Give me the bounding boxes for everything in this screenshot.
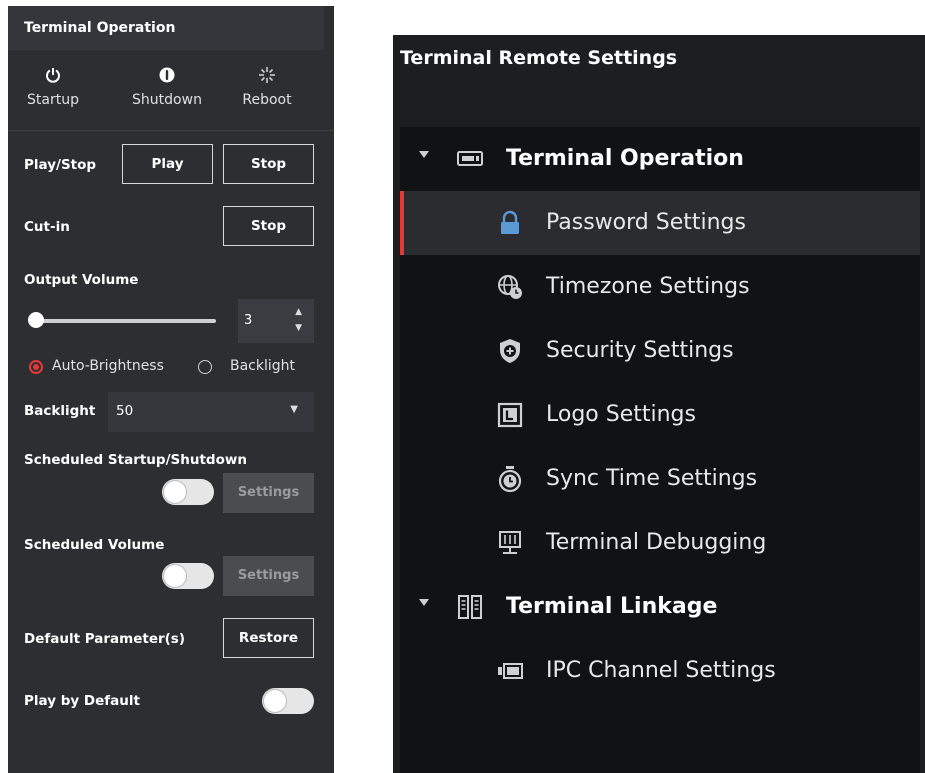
startup-button[interactable]: Startup bbox=[8, 66, 98, 108]
cut-in-stop-button[interactable]: Stop bbox=[223, 206, 314, 246]
group-terminal-operation[interactable]: Terminal Operation bbox=[400, 127, 920, 191]
tree-item-label: Terminal Debugging bbox=[546, 530, 767, 555]
play-stop-label: Play/Stop bbox=[24, 157, 97, 173]
tree-item-password-settings[interactable]: Password Settings bbox=[400, 191, 920, 255]
scheduled-volume-settings-button[interactable]: Settings bbox=[223, 556, 314, 596]
scheduled-startup-toggle[interactable] bbox=[162, 479, 214, 505]
group-terminal-linkage[interactable]: Terminal Linkage bbox=[400, 575, 920, 639]
output-volume-label: Output Volume bbox=[24, 272, 139, 288]
tree-item-label: Timezone Settings bbox=[546, 274, 750, 299]
group-label: Terminal Linkage bbox=[506, 594, 718, 619]
stepper-down-icon[interactable]: ▼ bbox=[295, 323, 302, 333]
shutdown-label: Shutdown bbox=[132, 92, 202, 108]
tree-item-timezone-settings[interactable]: Timezone Settings bbox=[400, 255, 920, 319]
scheduled-volume-toggle[interactable] bbox=[162, 563, 214, 589]
lock-icon bbox=[496, 209, 524, 237]
tree-item-label: Password Settings bbox=[546, 210, 746, 235]
scheduled-volume-label: Scheduled Volume bbox=[24, 537, 165, 553]
tree-item-terminal-debugging[interactable]: Terminal Debugging bbox=[400, 511, 920, 575]
debug-icon bbox=[496, 529, 524, 557]
settings-tree: Terminal Operation Password Settings Tim… bbox=[400, 127, 920, 773]
reboot-button[interactable]: Reboot bbox=[222, 66, 312, 108]
terminal-operation-panel: Terminal Operation Startup Shutdown Rebo… bbox=[8, 6, 334, 773]
chevron-down-icon: ▼ bbox=[290, 404, 298, 415]
tree-item-ipc-channel-settings[interactable]: IPC Channel Settings bbox=[400, 639, 920, 703]
monitor-icon bbox=[456, 145, 484, 173]
globe-clock-icon bbox=[496, 273, 524, 301]
tree-item-logo-settings[interactable]: Logo Settings bbox=[400, 383, 920, 447]
tree-item-label: Logo Settings bbox=[546, 402, 696, 427]
caret-down-icon[interactable] bbox=[419, 151, 429, 158]
auto-brightness-radio[interactable] bbox=[29, 360, 43, 374]
selection-marker bbox=[400, 191, 404, 255]
volume-value: 3 bbox=[244, 313, 253, 328]
logo-icon bbox=[496, 401, 524, 429]
power-icon bbox=[8, 66, 98, 84]
page-title: Terminal Remote Settings bbox=[400, 47, 678, 69]
backlight-select[interactable]: 50 ▼ bbox=[108, 392, 314, 432]
shield-icon bbox=[496, 337, 524, 365]
panel-title: Terminal Operation bbox=[8, 6, 324, 50]
restore-button[interactable]: Restore bbox=[223, 618, 314, 658]
play-by-default-label: Play by Default bbox=[24, 693, 140, 709]
camera-icon bbox=[496, 657, 524, 685]
tree-item-label: Security Settings bbox=[546, 338, 734, 363]
reboot-icon bbox=[222, 66, 312, 84]
linkage-icon bbox=[456, 593, 484, 621]
tree-item-label: Sync Time Settings bbox=[546, 466, 758, 491]
terminal-remote-settings-panel: Terminal Remote Settings Terminal Operat… bbox=[393, 35, 925, 773]
shutdown-icon bbox=[122, 66, 212, 84]
default-parameters-label: Default Parameter(s) bbox=[24, 631, 186, 647]
backlight-label: Backlight bbox=[24, 403, 96, 419]
scheduled-startup-settings-button[interactable]: Settings bbox=[223, 473, 314, 513]
backlight-radio[interactable] bbox=[198, 360, 212, 374]
cut-in-label: Cut-in bbox=[24, 219, 70, 235]
volume-slider-track[interactable] bbox=[30, 319, 216, 323]
startup-label: Startup bbox=[27, 92, 79, 108]
shutdown-button[interactable]: Shutdown bbox=[122, 66, 212, 108]
caret-down-icon[interactable] bbox=[419, 599, 429, 606]
tree-item-sync-time-settings[interactable]: Sync Time Settings bbox=[400, 447, 920, 511]
volume-stepper[interactable]: 3 ▲ ▼ bbox=[238, 299, 314, 343]
backlight-value: 50 bbox=[116, 403, 134, 419]
scheduled-startup-label: Scheduled Startup/Shutdown bbox=[24, 452, 247, 468]
stop-button[interactable]: Stop bbox=[223, 144, 314, 184]
stepper-up-icon[interactable]: ▲ bbox=[295, 307, 302, 317]
play-by-default-toggle[interactable] bbox=[262, 688, 314, 714]
tree-item-security-settings[interactable]: Security Settings bbox=[400, 319, 920, 383]
auto-brightness-label: Auto-Brightness bbox=[52, 358, 164, 374]
tree-item-label: IPC Channel Settings bbox=[546, 658, 776, 683]
group-label: Terminal Operation bbox=[506, 146, 744, 171]
reboot-label: Reboot bbox=[242, 92, 292, 108]
divider bbox=[8, 130, 334, 131]
backlight-radio-label: Backlight bbox=[230, 358, 296, 374]
play-button[interactable]: Play bbox=[122, 144, 213, 184]
volume-slider-handle[interactable] bbox=[28, 312, 44, 328]
stopwatch-icon bbox=[496, 465, 524, 493]
